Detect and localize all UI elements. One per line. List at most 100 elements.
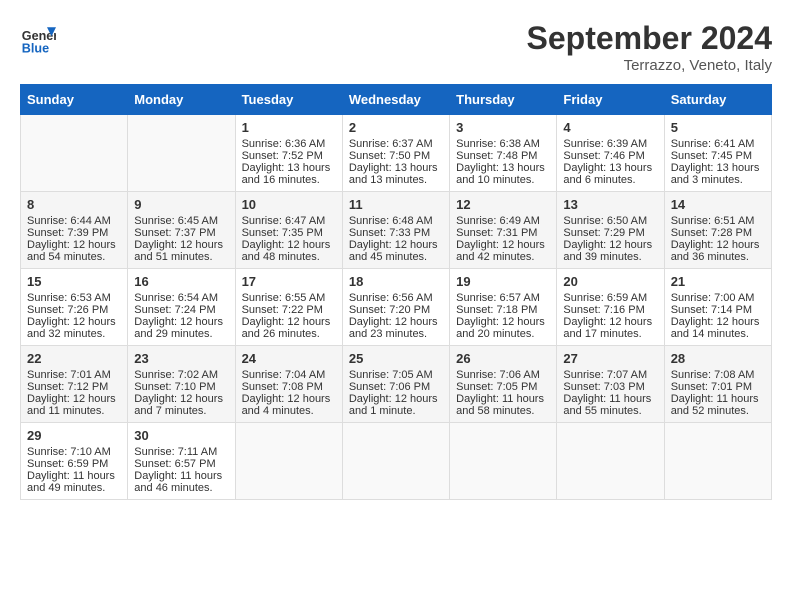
sunrise-label: Sunrise: 7:11 AM — [134, 446, 217, 458]
daylight-label: Daylight: 12 hours and 54 minutes. — [27, 239, 116, 263]
weekday-header-tuesday: Tuesday — [235, 85, 342, 115]
sunrise-label: Sunrise: 6:59 AM — [563, 292, 647, 304]
day-number: 8 — [27, 197, 121, 212]
sunrise-label: Sunrise: 7:07 AM — [563, 369, 647, 381]
page-header: General Blue September 2024 Terrazzo, Ve… — [20, 20, 772, 74]
sunset-label: Sunset: 7:01 PM — [671, 381, 752, 393]
calendar-cell: 11 Sunrise: 6:48 AM Sunset: 7:33 PM Dayl… — [342, 192, 449, 269]
sunrise-label: Sunrise: 6:36 AM — [242, 138, 326, 150]
weekday-header-friday: Friday — [557, 85, 664, 115]
daylight-label: Daylight: 12 hours and 42 minutes. — [456, 239, 545, 263]
daylight-label: Daylight: 12 hours and 17 minutes. — [563, 316, 652, 340]
calendar-week-1: 8 Sunrise: 6:44 AM Sunset: 7:39 PM Dayli… — [21, 192, 772, 269]
sunrise-label: Sunrise: 7:08 AM — [671, 369, 755, 381]
calendar-cell: 19 Sunrise: 6:57 AM Sunset: 7:18 PM Dayl… — [450, 269, 557, 346]
sunrise-label: Sunrise: 7:05 AM — [349, 369, 433, 381]
day-number: 18 — [349, 274, 443, 289]
weekday-header-saturday: Saturday — [664, 85, 771, 115]
calendar-cell: 1 Sunrise: 6:36 AM Sunset: 7:52 PM Dayli… — [235, 115, 342, 192]
sunset-label: Sunset: 7:33 PM — [349, 227, 430, 239]
calendar-cell: 30 Sunrise: 7:11 AM Sunset: 6:57 PM Dayl… — [128, 423, 235, 500]
daylight-label: Daylight: 12 hours and 4 minutes. — [242, 393, 331, 417]
sunset-label: Sunset: 7:08 PM — [242, 381, 323, 393]
sunset-label: Sunset: 7:14 PM — [671, 304, 752, 316]
sunset-label: Sunset: 7:39 PM — [27, 227, 108, 239]
day-number: 9 — [134, 197, 228, 212]
calendar-cell: 12 Sunrise: 6:49 AM Sunset: 7:31 PM Dayl… — [450, 192, 557, 269]
day-number: 1 — [242, 120, 336, 135]
sunset-label: Sunset: 7:48 PM — [456, 150, 537, 162]
sunrise-label: Sunrise: 6:45 AM — [134, 215, 218, 227]
calendar-cell — [235, 423, 342, 500]
day-number: 11 — [349, 197, 443, 212]
month-title: September 2024 — [527, 20, 772, 57]
calendar-cell: 28 Sunrise: 7:08 AM Sunset: 7:01 PM Dayl… — [664, 346, 771, 423]
daylight-label: Daylight: 11 hours and 49 minutes. — [27, 470, 115, 494]
weekday-header-wednesday: Wednesday — [342, 85, 449, 115]
calendar-cell: 24 Sunrise: 7:04 AM Sunset: 7:08 PM Dayl… — [235, 346, 342, 423]
day-number: 3 — [456, 120, 550, 135]
day-number: 20 — [563, 274, 657, 289]
calendar-cell: 15 Sunrise: 6:53 AM Sunset: 7:26 PM Dayl… — [21, 269, 128, 346]
calendar-cell: 20 Sunrise: 6:59 AM Sunset: 7:16 PM Dayl… — [557, 269, 664, 346]
logo-icon: General Blue — [20, 20, 56, 56]
sunset-label: Sunset: 7:46 PM — [563, 150, 644, 162]
calendar-cell — [342, 423, 449, 500]
calendar-cell: 18 Sunrise: 6:56 AM Sunset: 7:20 PM Dayl… — [342, 269, 449, 346]
daylight-label: Daylight: 12 hours and 23 minutes. — [349, 316, 438, 340]
sunset-label: Sunset: 7:03 PM — [563, 381, 644, 393]
daylight-label: Daylight: 12 hours and 32 minutes. — [27, 316, 116, 340]
calendar-cell: 2 Sunrise: 6:37 AM Sunset: 7:50 PM Dayli… — [342, 115, 449, 192]
sunrise-label: Sunrise: 6:44 AM — [27, 215, 111, 227]
calendar-week-4: 29 Sunrise: 7:10 AM Sunset: 6:59 PM Dayl… — [21, 423, 772, 500]
daylight-label: Daylight: 12 hours and 26 minutes. — [242, 316, 331, 340]
sunrise-label: Sunrise: 6:56 AM — [349, 292, 433, 304]
sunrise-label: Sunrise: 6:37 AM — [349, 138, 433, 150]
daylight-label: Daylight: 12 hours and 36 minutes. — [671, 239, 760, 263]
sunset-label: Sunset: 7:45 PM — [671, 150, 752, 162]
day-number: 28 — [671, 351, 765, 366]
sunset-label: Sunset: 7:52 PM — [242, 150, 323, 162]
day-number: 23 — [134, 351, 228, 366]
calendar-cell: 29 Sunrise: 7:10 AM Sunset: 6:59 PM Dayl… — [21, 423, 128, 500]
calendar-cell: 4 Sunrise: 6:39 AM Sunset: 7:46 PM Dayli… — [557, 115, 664, 192]
sunrise-label: Sunrise: 7:02 AM — [134, 369, 218, 381]
daylight-label: Daylight: 13 hours and 10 minutes. — [456, 162, 545, 186]
sunset-label: Sunset: 7:18 PM — [456, 304, 537, 316]
sunrise-label: Sunrise: 6:57 AM — [456, 292, 540, 304]
day-number: 12 — [456, 197, 550, 212]
daylight-label: Daylight: 12 hours and 51 minutes. — [134, 239, 223, 263]
sunrise-label: Sunrise: 6:39 AM — [563, 138, 647, 150]
day-number: 16 — [134, 274, 228, 289]
logo: General Blue — [20, 20, 60, 56]
day-number: 27 — [563, 351, 657, 366]
sunrise-label: Sunrise: 6:51 AM — [671, 215, 755, 227]
calendar-week-2: 15 Sunrise: 6:53 AM Sunset: 7:26 PM Dayl… — [21, 269, 772, 346]
daylight-label: Daylight: 11 hours and 52 minutes. — [671, 393, 759, 417]
calendar-cell: 17 Sunrise: 6:55 AM Sunset: 7:22 PM Dayl… — [235, 269, 342, 346]
sunset-label: Sunset: 6:57 PM — [134, 458, 215, 470]
calendar-body: 1 Sunrise: 6:36 AM Sunset: 7:52 PM Dayli… — [21, 115, 772, 500]
day-number: 5 — [671, 120, 765, 135]
sunset-label: Sunset: 7:06 PM — [349, 381, 430, 393]
day-number: 17 — [242, 274, 336, 289]
daylight-label: Daylight: 12 hours and 14 minutes. — [671, 316, 760, 340]
daylight-label: Daylight: 12 hours and 48 minutes. — [242, 239, 331, 263]
sunset-label: Sunset: 7:22 PM — [242, 304, 323, 316]
sunset-label: Sunset: 7:50 PM — [349, 150, 430, 162]
daylight-label: Daylight: 13 hours and 13 minutes. — [349, 162, 438, 186]
day-number: 24 — [242, 351, 336, 366]
calendar-cell: 27 Sunrise: 7:07 AM Sunset: 7:03 PM Dayl… — [557, 346, 664, 423]
calendar-cell: 25 Sunrise: 7:05 AM Sunset: 7:06 PM Dayl… — [342, 346, 449, 423]
calendar-cell: 3 Sunrise: 6:38 AM Sunset: 7:48 PM Dayli… — [450, 115, 557, 192]
sunset-label: Sunset: 7:12 PM — [27, 381, 108, 393]
sunset-label: Sunset: 7:24 PM — [134, 304, 215, 316]
sunrise-label: Sunrise: 6:55 AM — [242, 292, 326, 304]
sunrise-label: Sunrise: 6:49 AM — [456, 215, 540, 227]
calendar-cell: 5 Sunrise: 6:41 AM Sunset: 7:45 PM Dayli… — [664, 115, 771, 192]
sunrise-label: Sunrise: 6:38 AM — [456, 138, 540, 150]
calendar-cell: 8 Sunrise: 6:44 AM Sunset: 7:39 PM Dayli… — [21, 192, 128, 269]
sunrise-label: Sunrise: 7:04 AM — [242, 369, 326, 381]
daylight-label: Daylight: 12 hours and 20 minutes. — [456, 316, 545, 340]
daylight-label: Daylight: 13 hours and 16 minutes. — [242, 162, 331, 186]
